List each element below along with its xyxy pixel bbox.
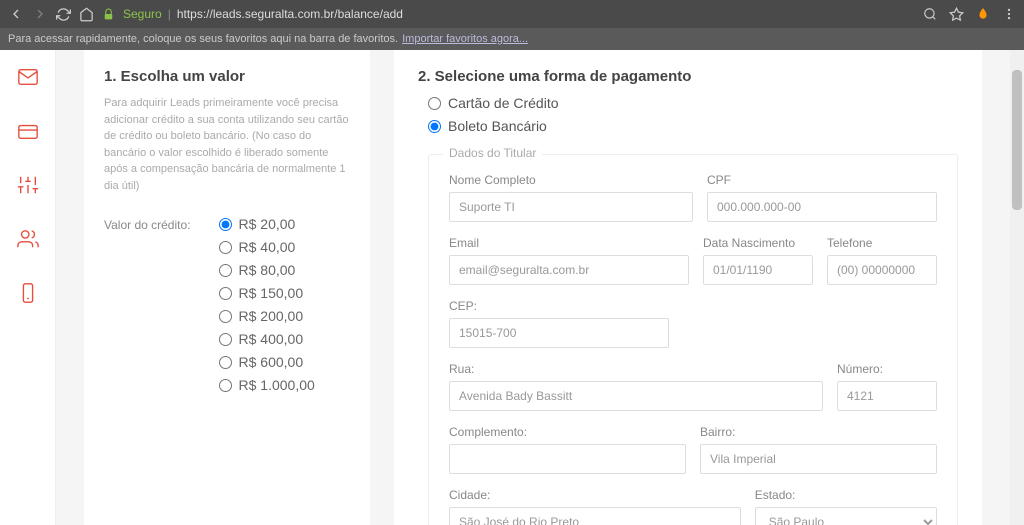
secure-label: Seguro: [123, 7, 162, 21]
label-complemento: Complemento:: [449, 425, 686, 439]
credit-value-label: Valor do crédito:: [104, 216, 191, 393]
value-option[interactable]: R$ 40,00: [219, 239, 315, 255]
payment-title: 2. Selecione uma forma de pagamento: [418, 68, 958, 85]
sidebar-wallet-icon[interactable]: [0, 116, 55, 146]
label-email: Email: [449, 236, 689, 250]
import-bookmarks-link[interactable]: Importar favoritos agora...: [402, 33, 528, 45]
choose-value-help: Para adquirir Leads primeiramente você p…: [104, 95, 350, 194]
value-option[interactable]: R$ 150,00: [219, 285, 315, 301]
input-cpf[interactable]: [707, 192, 937, 222]
extension-icon[interactable]: [976, 7, 990, 21]
input-rua[interactable]: [449, 381, 823, 411]
label-nome: Nome Completo: [449, 173, 693, 187]
value-radio[interactable]: [219, 287, 232, 300]
menu-icon[interactable]: [1002, 7, 1016, 21]
home-icon[interactable]: [79, 7, 94, 22]
bookmark-hint: Para acessar rapidamente, coloque os seu…: [8, 33, 398, 45]
value-radio[interactable]: [219, 310, 232, 323]
lock-icon[interactable]: [102, 8, 115, 21]
value-option[interactable]: R$ 400,00: [219, 331, 315, 347]
input-telefone[interactable]: [827, 255, 937, 285]
value-option[interactable]: R$ 600,00: [219, 354, 315, 370]
forward-icon[interactable]: [32, 6, 48, 22]
back-icon[interactable]: [8, 6, 24, 22]
label-bairro: Bairro:: [700, 425, 937, 439]
sidebar-sliders-icon[interactable]: [0, 170, 55, 200]
reload-icon[interactable]: [56, 7, 71, 22]
choose-value-title: 1. Escolha um valor: [104, 68, 350, 85]
sidebar-mail-icon[interactable]: [0, 62, 55, 92]
payment-option-boleto[interactable]: Boleto Bancário: [428, 118, 958, 134]
value-option[interactable]: R$ 200,00: [219, 308, 315, 324]
search-icon[interactable]: [923, 7, 937, 21]
payment-panel: 2. Selecione uma forma de pagamento Cart…: [394, 50, 982, 525]
input-nascimento[interactable]: [703, 255, 813, 285]
star-icon[interactable]: [949, 7, 964, 22]
payment-radio-boleto[interactable]: [428, 120, 441, 133]
url-text: https://leads.seguralta.com.br/balance/a…: [177, 7, 403, 21]
sidebar-mobile-icon[interactable]: [0, 278, 55, 308]
credit-value-options: R$ 20,00 R$ 40,00 R$ 80,00 R$ 150,00 R$ …: [219, 216, 315, 393]
holder-data-fieldset: Dados do Titular Nome Completo CPF Email: [428, 154, 958, 525]
value-radio[interactable]: [219, 356, 232, 369]
input-complemento[interactable]: [449, 444, 686, 474]
value-radio[interactable]: [219, 333, 232, 346]
label-rua: Rua:: [449, 362, 823, 376]
label-telefone: Telefone: [827, 236, 937, 250]
main-content: 1. Escolha um valor Para adquirir Leads …: [56, 50, 1010, 525]
label-cpf: CPF: [707, 173, 937, 187]
payment-radio-cc[interactable]: [428, 97, 441, 110]
select-estado[interactable]: São Paulo: [755, 507, 937, 525]
label-estado: Estado:: [755, 488, 937, 502]
input-numero[interactable]: [837, 381, 937, 411]
label-numero: Número:: [837, 362, 937, 376]
value-radio[interactable]: [219, 264, 232, 277]
input-cidade[interactable]: [449, 507, 741, 525]
input-cep[interactable]: [449, 318, 669, 348]
input-nome[interactable]: [449, 192, 693, 222]
payment-option-cc[interactable]: Cartão de Crédito: [428, 95, 958, 111]
input-email[interactable]: [449, 255, 689, 285]
value-option[interactable]: R$ 1.000,00: [219, 377, 315, 393]
value-radio[interactable]: [219, 379, 232, 392]
bookmarks-bar: Para acessar rapidamente, coloque os seu…: [0, 28, 1024, 50]
value-option[interactable]: R$ 20,00: [219, 216, 315, 232]
label-cidade: Cidade:: [449, 488, 741, 502]
sidebar: [0, 50, 56, 525]
scrollbar-thumb[interactable]: [1012, 70, 1022, 210]
fieldset-legend: Dados do Titular: [443, 146, 542, 160]
sidebar-users-icon[interactable]: [0, 224, 55, 254]
label-nascimento: Data Nascimento: [703, 236, 813, 250]
input-bairro[interactable]: [700, 444, 937, 474]
choose-value-panel: 1. Escolha um valor Para adquirir Leads …: [84, 50, 370, 525]
value-radio[interactable]: [219, 218, 232, 231]
scrollbar[interactable]: [1010, 50, 1024, 525]
value-radio[interactable]: [219, 241, 232, 254]
label-cep: CEP:: [449, 299, 669, 313]
browser-toolbar: Seguro | https://leads.seguralta.com.br/…: [0, 0, 1024, 28]
value-option[interactable]: R$ 80,00: [219, 262, 315, 278]
address-bar[interactable]: Seguro | https://leads.seguralta.com.br/…: [123, 7, 915, 21]
